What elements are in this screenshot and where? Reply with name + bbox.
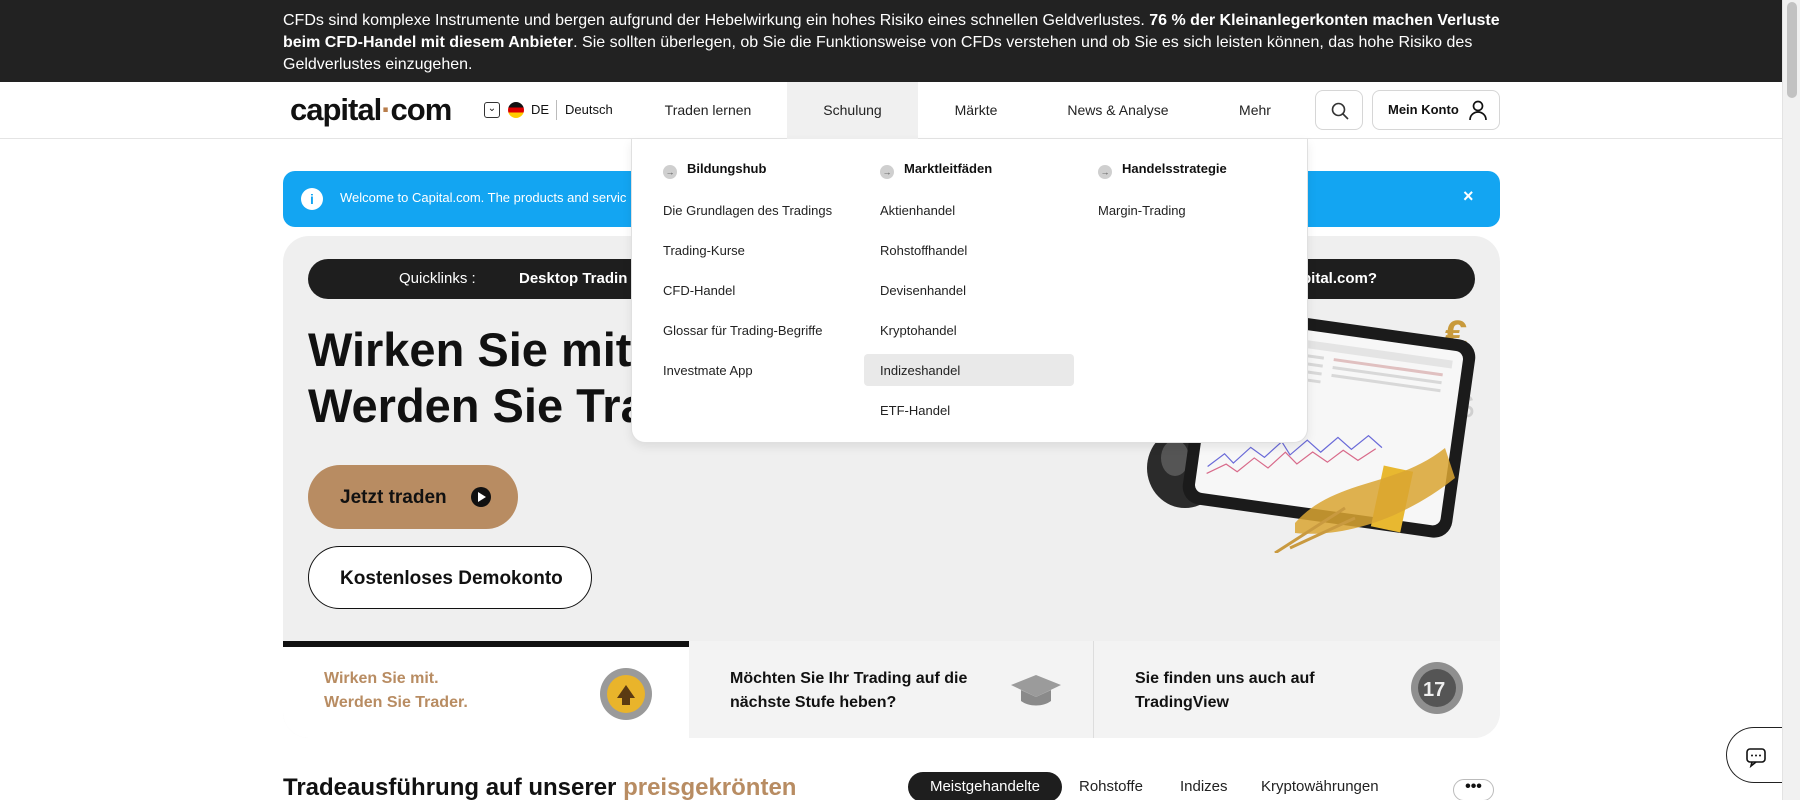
nav-maerkte[interactable]: Märkte	[940, 82, 1012, 139]
tab-kryptowaehrungen[interactable]: Kryptowährungen	[1261, 772, 1379, 800]
hero-headline: Wirken Sie mit Werden Sie Tra	[308, 322, 647, 434]
nav-news-analyse[interactable]: News & Analyse	[1062, 82, 1174, 139]
risk-text-part-1: CFDs sind komplexe Instrumente und berge…	[283, 12, 1150, 29]
feature-1-text: Wirken Sie mit. Werden Sie Trader.	[324, 670, 468, 711]
tradingview-icon: 17	[1411, 662, 1463, 714]
welcome-text: Welcome to Capital.com. The products and…	[340, 190, 627, 205]
chat-button[interactable]	[1726, 727, 1782, 783]
section-title: Tradeausführung auf unserer preisgekrönt…	[283, 774, 796, 800]
dropdown-item-trading-kurse[interactable]: Trading-Kurse	[663, 243, 745, 258]
feature-card-next-level[interactable]: Möchten Sie Ihr Trading auf die nächste …	[689, 641, 1094, 738]
dropdown-item-margin-trading[interactable]: Margin-Trading	[1098, 203, 1186, 218]
dropdown-item-cfd-handel[interactable]: CFD-Handel	[663, 283, 735, 298]
quicklink-capital-com[interactable]: pital.com?	[1302, 270, 1377, 287]
heading-marktleitfaeden-label: Marktleitfäden	[904, 161, 993, 176]
arrow-right-icon: →	[1098, 165, 1112, 179]
feature-2-text: Möchten Sie Ihr Trading auf die nächste …	[730, 670, 968, 711]
dropdown-item-grundlagen[interactable]: Die Grundlagen des Tradings	[663, 203, 832, 218]
language-divider	[556, 100, 557, 120]
risk-warning-banner: CFDs sind komplexe Instrumente und berge…	[0, 0, 1782, 82]
trade-now-button[interactable]: Jetzt traden	[308, 465, 518, 529]
nav-schulung[interactable]: Schulung	[787, 82, 918, 139]
nav-mehr[interactable]: Mehr	[1230, 82, 1280, 139]
hero-headline-line-1: Wirken Sie mit	[308, 323, 632, 376]
page: CFDs sind komplexe Instrumente und berge…	[0, 0, 1800, 800]
heading-bildungshub-label: Bildungshub	[687, 161, 767, 176]
dropdown-item-devisenhandel[interactable]: Devisenhandel	[880, 283, 966, 298]
dropdown-heading-marktleitfaeden[interactable]: → Marktleitfäden	[880, 161, 992, 179]
logo-dot: ·	[381, 92, 391, 127]
dropdown-item-investmate-app[interactable]: Investmate App	[663, 363, 753, 378]
arrow-right-icon: →	[663, 165, 677, 179]
search-button[interactable]	[1315, 90, 1363, 130]
dropdown-heading-handelsstrategie[interactable]: → Handelsstrategie	[1098, 161, 1227, 179]
tab-rohstoffe[interactable]: Rohstoffe	[1079, 772, 1143, 800]
info-icon: i	[301, 188, 323, 210]
play-icon	[471, 487, 491, 507]
quicklink-desktop-trading[interactable]: Desktop Tradin	[519, 270, 627, 287]
trade-now-label: Jetzt traden	[340, 487, 447, 508]
feature-card-tradingview[interactable]: Sie finden uns auch auf TradingView 17	[1094, 641, 1500, 738]
logo-text-right: com	[390, 92, 453, 127]
feature-strip: Wirken Sie mit. Werden Sie Trader. Möcht…	[283, 641, 1500, 738]
dropdown-item-aktienhandel[interactable]: Aktienhandel	[880, 203, 955, 218]
language-code[interactable]: DE	[531, 102, 549, 117]
section-title-text: Tradeausführung auf unserer	[283, 774, 624, 800]
user-icon	[1469, 100, 1487, 121]
risk-warning-text: CFDs sind komplexe Instrumente und berge…	[283, 10, 1508, 76]
search-icon	[1331, 102, 1349, 120]
language-dropdown-icon[interactable]: ⌄	[484, 102, 500, 118]
gold-arrow-coin-icon	[600, 668, 652, 720]
scrollbar-thumb[interactable]	[1787, 2, 1797, 98]
capital-com-logo[interactable]: capital·com	[290, 92, 453, 128]
dropdown-item-rohstoffhandel[interactable]: Rohstoffhandel	[880, 243, 967, 258]
quicklinks-label: Quicklinks :	[399, 270, 476, 287]
close-icon[interactable]: ×	[1463, 186, 1474, 207]
svg-text:17: 17	[1423, 679, 1445, 701]
arrow-right-icon: →	[880, 165, 894, 179]
account-button[interactable]: Mein Konto	[1372, 90, 1500, 130]
dropdown-item-glossar[interactable]: Glossar für Trading-Begriffe	[663, 323, 822, 338]
section-title-accent: preisgekrönten	[623, 774, 797, 800]
dropdown-heading-bildungshub[interactable]: → Bildungshub	[663, 161, 766, 179]
dropdown-item-indizeshandel[interactable]: Indizeshandel	[880, 363, 960, 378]
dropdown-item-kryptohandel[interactable]: Kryptohandel	[880, 323, 957, 338]
chat-icon	[1746, 748, 1766, 768]
heading-handelsstrategie-label: Handelsstrategie	[1122, 161, 1227, 176]
feature-card-become-trader[interactable]: Wirken Sie mit. Werden Sie Trader.	[283, 641, 689, 738]
nav-traden-lernen[interactable]: Traden lernen	[652, 82, 764, 139]
language-name[interactable]: Deutsch	[565, 102, 613, 117]
dropdown-item-etf-handel[interactable]: ETF-Handel	[880, 403, 950, 418]
graduation-cap-icon	[1011, 675, 1061, 706]
german-flag-icon[interactable]	[508, 102, 524, 118]
hero-headline-line-2: Werden Sie Tra	[308, 379, 647, 432]
more-tabs-button[interactable]: •••	[1453, 779, 1494, 800]
logo-text-left: capital	[290, 92, 382, 127]
demo-account-label: Kostenloses Demokonto	[340, 568, 563, 589]
page-scrollbar[interactable]	[1782, 0, 1800, 800]
tab-meistgehandelte[interactable]: Meistgehandelte	[908, 772, 1062, 800]
feature-3-text: Sie finden uns auch auf TradingView	[1135, 670, 1315, 711]
account-button-label: Mein Konto	[1388, 102, 1459, 117]
tab-indizes[interactable]: Indizes	[1180, 772, 1228, 800]
demo-account-button[interactable]: Kostenloses Demokonto	[308, 546, 592, 609]
